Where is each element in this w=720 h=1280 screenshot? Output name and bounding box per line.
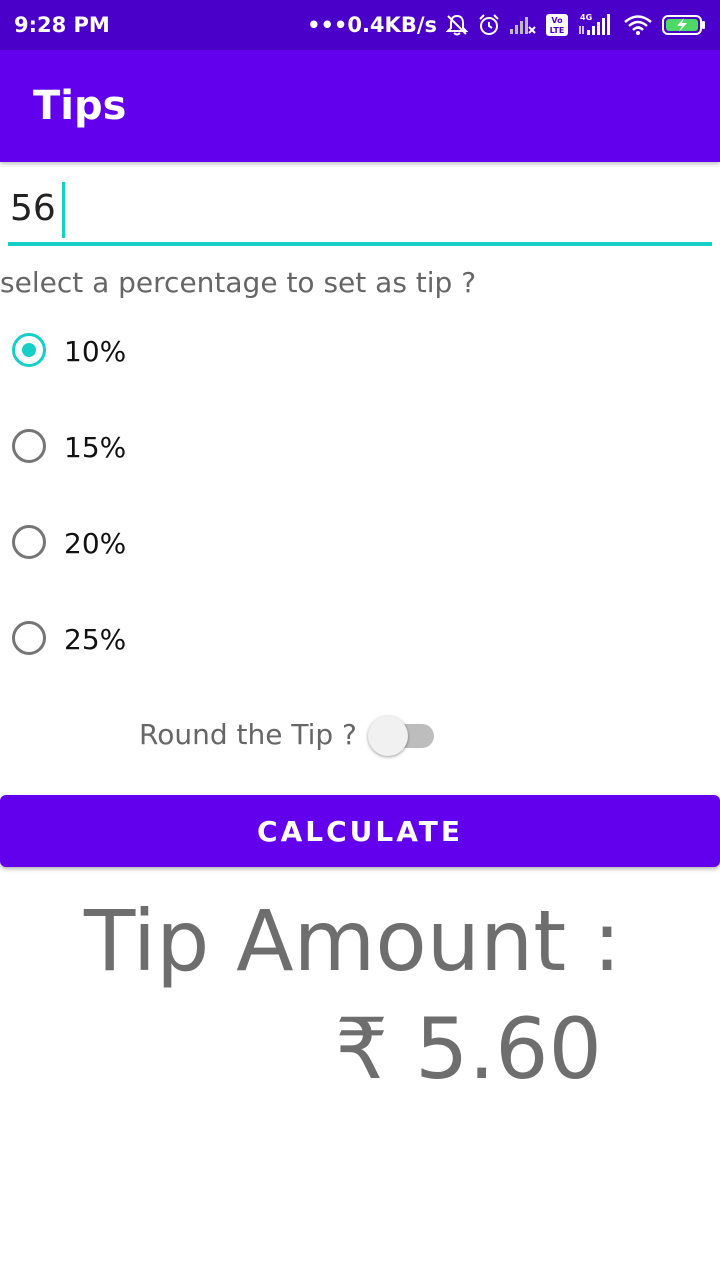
- bill-amount-input[interactable]: 56: [8, 178, 712, 246]
- battery-charging-icon: [662, 13, 706, 37]
- radio-option-label[interactable]: 25%: [64, 623, 126, 656]
- tip-amount-label: Tip Amount :: [84, 892, 622, 990]
- volte-icon: Vo LTE: [545, 13, 569, 37]
- radio-option-label[interactable]: 10%: [64, 335, 126, 368]
- radio-button-icon[interactable]: [12, 621, 46, 655]
- status-time: 9:28 PM: [14, 13, 110, 37]
- tip-amount-value: ₹ 5.60: [334, 1000, 602, 1098]
- bell-off-icon: [446, 13, 468, 37]
- wifi-icon: [623, 13, 653, 37]
- 4g-signal-icon: 4G: [578, 13, 614, 37]
- calculate-button[interactable]: CALCULATE: [0, 795, 720, 867]
- bill-amount-value[interactable]: 56: [10, 188, 56, 229]
- svg-text:Vo: Vo: [551, 16, 563, 25]
- svg-text:LTE: LTE: [550, 26, 565, 35]
- switch-thumb[interactable]: [368, 716, 408, 756]
- signal-no-service-icon: [510, 13, 536, 37]
- radio-option-20[interactable]: 20%: [10, 523, 310, 567]
- radio-button-icon[interactable]: [12, 333, 46, 367]
- status-bar: 9:28 PM •••0.4KB/s Vo LTE 4G: [0, 0, 720, 50]
- percentage-prompt: select a percentage to set as tip ?: [0, 266, 477, 299]
- radio-button-icon[interactable]: [12, 429, 46, 463]
- round-tip-label: Round the Tip ?: [139, 718, 357, 751]
- round-tip-switch[interactable]: [368, 716, 436, 756]
- radio-option-15[interactable]: 15%: [10, 427, 310, 471]
- radio-button-icon[interactable]: [12, 525, 46, 559]
- app-bar: Tips: [0, 50, 720, 162]
- alarm-icon: [477, 13, 501, 37]
- radio-option-25[interactable]: 25%: [10, 619, 310, 663]
- status-icons: •••0.4KB/s Vo LTE 4G: [307, 13, 706, 37]
- radio-option-label[interactable]: 20%: [64, 527, 126, 560]
- svg-text:4G: 4G: [580, 13, 592, 22]
- text-cursor: [62, 182, 65, 238]
- calculate-button-label: CALCULATE: [257, 814, 463, 848]
- app-title: Tips: [33, 83, 127, 129]
- radio-option-label[interactable]: 15%: [64, 431, 126, 464]
- radio-option-10[interactable]: 10%: [10, 331, 310, 375]
- network-speed: •••0.4KB/s: [307, 13, 437, 37]
- radio-checked-dot: [22, 343, 36, 357]
